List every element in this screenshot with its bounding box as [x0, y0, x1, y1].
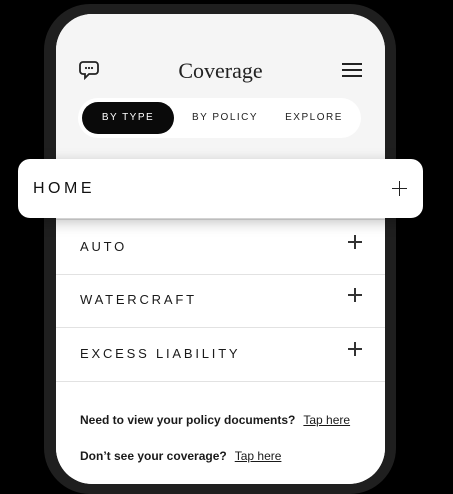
hamburger-menu-icon[interactable] — [342, 63, 362, 79]
coverage-row-home[interactable]: HOME — [18, 159, 423, 218]
tab-explore[interactable]: EXPLORE — [271, 102, 357, 134]
app-screen: Coverage BY TYPE BY POLICY EXPLORE AUTO … — [56, 14, 385, 484]
coverage-view-switcher: BY TYPE BY POLICY EXPLORE — [78, 98, 361, 138]
coverage-tap-here-link[interactable]: Tap here — [235, 449, 282, 463]
documents-tap-here-link[interactable]: Tap here — [303, 413, 350, 427]
coverage-row-watercraft[interactable]: WATERCRAFT — [56, 273, 385, 328]
coverage-prompt-line: Don’t see your coverage? Tap here — [80, 449, 281, 463]
plus-icon — [348, 342, 362, 356]
plus-icon — [348, 235, 362, 249]
coverage-prompt-text: Don’t see your coverage? — [80, 449, 227, 463]
tab-by-type[interactable]: BY TYPE — [82, 102, 174, 134]
documents-prompt-text: Need to view your policy documents? — [80, 413, 296, 427]
documents-prompt-line: Need to view your policy documents? Tap h… — [80, 413, 350, 427]
plus-icon — [392, 181, 407, 196]
tab-by-policy[interactable]: BY POLICY — [180, 102, 270, 134]
coverage-row-label: WATERCRAFT — [80, 292, 197, 307]
plus-icon — [348, 288, 362, 302]
app-header: Coverage BY TYPE BY POLICY EXPLORE — [56, 14, 385, 164]
coverage-row-excess-liability[interactable]: EXCESS LIABILITY — [56, 327, 385, 382]
coverage-row-label: EXCESS LIABILITY — [80, 346, 241, 361]
chat-bubbles-icon[interactable] — [79, 59, 101, 81]
coverage-row-label: AUTO — [80, 239, 128, 254]
coverage-row-label: HOME — [33, 180, 95, 197]
page-title: Coverage — [178, 58, 263, 83]
coverage-row-auto[interactable]: AUTO — [56, 219, 385, 275]
